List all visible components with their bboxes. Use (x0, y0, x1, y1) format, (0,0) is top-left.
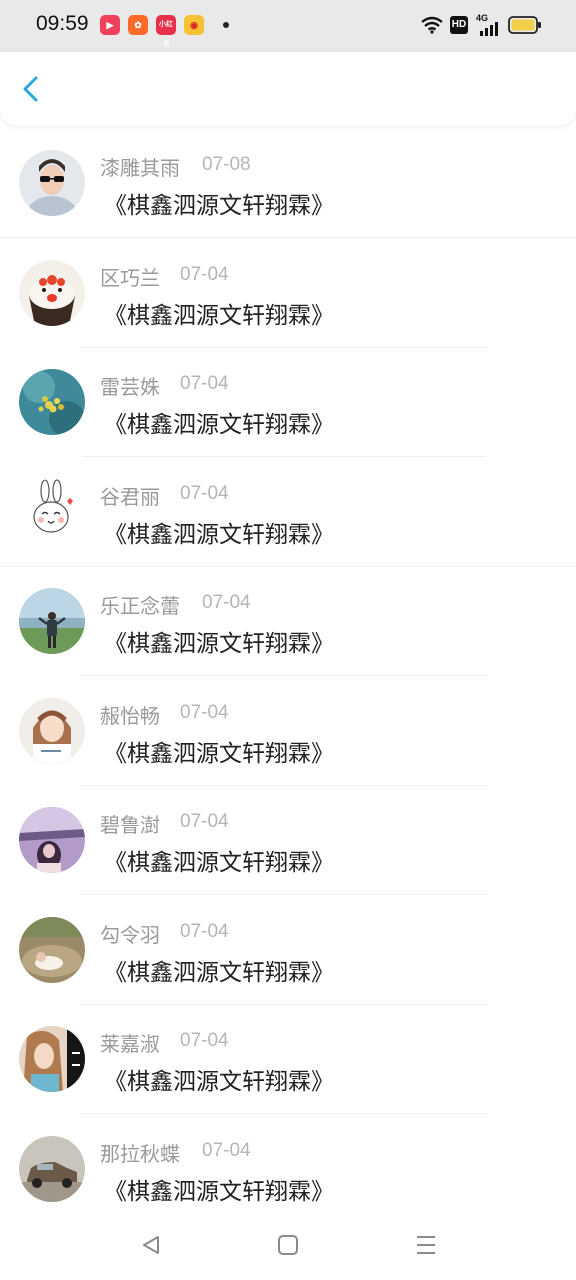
square-home-icon[interactable] (277, 1234, 299, 1256)
comment-date: 07-04 (180, 920, 229, 942)
top-header (0, 52, 576, 126)
comment-list: 漆雕其雨 07-08 《棋鑫泗源文轩翔霖》 区巧兰 07-04 《棋鑫泗源文轩翔… (0, 128, 576, 1223)
comment-message: 《棋鑫泗源文轩翔霖》 (104, 412, 334, 438)
commenter-name: 那拉秋蝶 (100, 1141, 180, 1166)
comment-date: 07-04 (180, 482, 229, 504)
commenter-name: 漆雕其雨 (100, 156, 180, 180)
commenter-name: 区巧兰 (100, 265, 160, 290)
commenter-name: 碧鲁澍 (100, 813, 160, 837)
comment-message: 《棋鑫泗源文轩翔霖》 (104, 1178, 334, 1205)
comment-date: 07-08 (202, 154, 251, 175)
list-item[interactable]: 乐正念蕾 07-04 《棋鑫泗源文轩翔霖》 (0, 566, 576, 676)
system-nav-bar (0, 1212, 576, 1280)
comment-message: 《棋鑫泗源文轩翔霖》 (104, 631, 334, 657)
signal-icon (480, 22, 498, 36)
comment-message: 《棋鑫泗源文轩翔霖》 (104, 959, 334, 986)
three-lines-menu-icon[interactable] (415, 1234, 437, 1256)
comment-date: 07-04 (180, 263, 229, 285)
comment-date: 07-04 (180, 701, 229, 723)
avatar (19, 916, 85, 983)
list-item[interactable]: 谷君丽 07-04 《棋鑫泗源文轩翔霖》 (0, 457, 576, 567)
battery-icon (508, 16, 541, 34)
avatar (19, 697, 85, 764)
avatar (19, 807, 85, 873)
comment-date: 07-04 (180, 373, 229, 394)
wifi-icon (421, 16, 443, 34)
notification-dot (223, 22, 229, 28)
comment-message: 《棋鑫泗源文轩翔霖》 (104, 521, 334, 548)
kuaishou-app-icon: ✿ (128, 15, 148, 35)
comment-date: 07-04 (180, 1030, 229, 1051)
weibo-app-icon: ◉ (184, 15, 204, 35)
avatar (19, 1135, 85, 1202)
list-item[interactable]: 那拉秋蝶 07-04 《棋鑫泗源文轩翔霖》 (0, 1114, 576, 1224)
list-item[interactable]: 雷芸姝 07-04 《棋鑫泗源文轩翔霖》 (0, 347, 576, 457)
avatar (19, 150, 85, 216)
video-app-icon: ▶ (100, 15, 120, 35)
commenter-name: 乐正念蕾 (100, 594, 180, 618)
xiaohongshu-app-icon: 小红书 (156, 15, 176, 48)
comment-message: 《棋鑫泗源文轩翔霖》 (104, 302, 334, 329)
comment-message: 《棋鑫泗源文轩翔霖》 (104, 1069, 334, 1095)
comment-date: 07-04 (180, 811, 229, 832)
list-item[interactable]: 莱嘉淑 07-04 《棋鑫泗源文轩翔霖》 (0, 1004, 576, 1114)
commenter-name: 谷君丽 (100, 484, 160, 509)
comment-message: 《棋鑫泗源文轩翔霖》 (104, 193, 334, 219)
avatar (19, 588, 85, 654)
list-item[interactable]: 赧怡畅 07-04 《棋鑫泗源文轩翔霖》 (0, 676, 576, 786)
status-time: 09:59 (36, 12, 89, 35)
avatar (19, 259, 85, 326)
list-item[interactable]: 碧鲁澍 07-04 《棋鑫泗源文轩翔霖》 (0, 785, 576, 895)
comment-message: 《棋鑫泗源文轩翔霖》 (104, 740, 334, 767)
comment-date: 07-04 (202, 592, 251, 613)
comment-message: 《棋鑫泗源文轩翔霖》 (104, 850, 334, 876)
triangle-back-icon[interactable] (140, 1234, 162, 1256)
list-item[interactable]: 区巧兰 07-04 《棋鑫泗源文轩翔霖》 (0, 238, 576, 348)
status-bar: 09:59 ▶ ✿ 小红书 ◉ HD 4G (0, 0, 576, 52)
avatar (19, 369, 85, 435)
commenter-name: 赧怡畅 (100, 703, 160, 728)
commenter-name: 勾令羽 (100, 922, 160, 947)
hd-badge: HD (450, 16, 468, 34)
commenter-name: 莱嘉淑 (100, 1032, 160, 1056)
comment-date: 07-04 (202, 1139, 251, 1161)
list-item[interactable]: 勾令羽 07-04 《棋鑫泗源文轩翔霖》 (0, 895, 576, 1005)
avatar (19, 478, 85, 545)
chevron-left-icon[interactable] (16, 74, 46, 104)
list-item[interactable]: 漆雕其雨 07-08 《棋鑫泗源文轩翔霖》 (0, 128, 576, 238)
commenter-name: 雷芸姝 (100, 375, 160, 399)
avatar (19, 1026, 85, 1092)
